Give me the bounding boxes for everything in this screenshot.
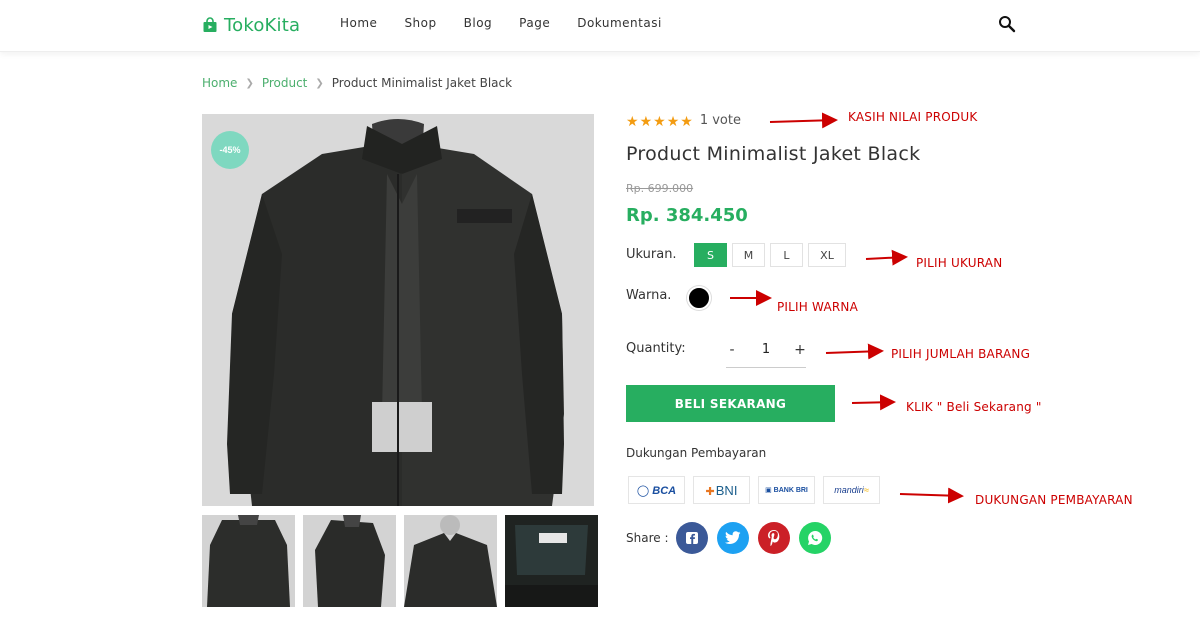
arrow-payment — [899, 487, 964, 504]
annotation-payment: DUKUNGAN PEMBAYARAN — [975, 493, 1133, 507]
arrow-rating — [769, 112, 838, 129]
annotation-color: PILIH WARNA — [777, 300, 858, 314]
arrow-size — [865, 249, 908, 266]
product-page: TokoKita Home Shop Blog Page Dokumentasi… — [0, 0, 1200, 630]
annotation-buy: KLIK " Beli Sekarang " — [906, 400, 1042, 414]
arrow-buy — [851, 394, 896, 411]
arrow-quantity — [825, 343, 884, 360]
annotation-quantity: PILIH JUMLAH BARANG — [891, 347, 1031, 361]
annotation-arrows — [730, 112, 964, 504]
annotation-rating: KASIH NILAI PRODUK — [848, 110, 978, 124]
annotation-size: PILIH UKURAN — [916, 256, 1003, 270]
